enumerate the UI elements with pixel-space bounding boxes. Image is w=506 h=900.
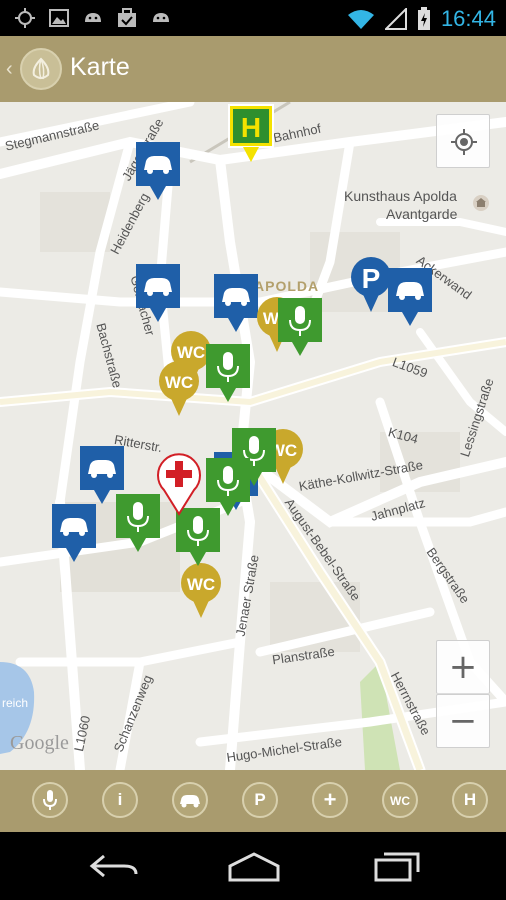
filter-parking-button[interactable]: P bbox=[242, 782, 278, 818]
google-attribution: Google bbox=[10, 732, 69, 754]
bus-stop-label: H bbox=[241, 112, 261, 143]
poi-label: Kunsthaus Apolda bbox=[344, 188, 457, 204]
filter-audio-button[interactable] bbox=[32, 782, 68, 818]
wc-icon: WC bbox=[390, 794, 410, 808]
wc-marker[interactable]: WC bbox=[158, 360, 200, 418]
taxi-marker[interactable] bbox=[52, 504, 96, 564]
battery-charging-icon bbox=[417, 7, 430, 30]
wifi-icon bbox=[347, 10, 374, 29]
lake-label: reich bbox=[2, 696, 29, 710]
audio-marker[interactable] bbox=[278, 298, 322, 358]
crosshair-icon bbox=[451, 129, 477, 155]
briefcase-check-icon bbox=[118, 8, 136, 27]
taxi-marker[interactable] bbox=[388, 268, 432, 328]
parking-icon: P bbox=[254, 790, 266, 809]
filter-wc-button[interactable]: WC bbox=[382, 782, 418, 818]
bus-stop-icon: H bbox=[463, 790, 477, 809]
microphone-icon bbox=[43, 790, 57, 810]
image-icon bbox=[49, 9, 69, 27]
filter-taxi-button[interactable] bbox=[172, 782, 208, 818]
back-icon[interactable] bbox=[84, 848, 144, 884]
zoom-out-button[interactable]: − bbox=[436, 694, 490, 748]
minus-icon: − bbox=[448, 701, 478, 741]
map-view[interactable]: Stegmannstraße Jägerstraße Am Bahnhof He… bbox=[0, 102, 506, 770]
parking-label: P bbox=[362, 263, 381, 294]
caret-left-icon[interactable]: ‹ bbox=[6, 58, 13, 81]
signal-icon bbox=[384, 8, 407, 30]
taxi-marker[interactable] bbox=[214, 274, 258, 334]
screen: 16:44 ‹ Karte Stegmannstraße Am Bahnhof … bbox=[0, 0, 506, 900]
museum-icon bbox=[473, 195, 489, 211]
info-icon: i bbox=[117, 790, 123, 809]
wc-label: WC bbox=[187, 575, 215, 594]
plus-icon: + bbox=[448, 647, 478, 687]
filter-pharmacy-button[interactable]: + bbox=[312, 782, 348, 818]
filter-info-button[interactable]: i bbox=[102, 782, 138, 818]
taxi-marker[interactable] bbox=[136, 142, 180, 202]
poi-label: Avantgarde bbox=[386, 206, 458, 222]
android-icon bbox=[153, 13, 169, 22]
town-label: APOLDA bbox=[254, 278, 320, 294]
nav-bar bbox=[0, 832, 506, 900]
audio-marker[interactable] bbox=[116, 494, 160, 554]
wc-label: WC bbox=[165, 373, 193, 392]
plus-icon: + bbox=[323, 787, 337, 812]
status-bar: 16:44 bbox=[0, 0, 506, 36]
filter-bar: i P + WC H bbox=[0, 770, 506, 832]
pharmacy-marker[interactable] bbox=[156, 452, 202, 516]
recent-apps-icon[interactable] bbox=[366, 848, 426, 884]
home-icon[interactable] bbox=[224, 848, 284, 884]
audio-marker[interactable] bbox=[176, 508, 220, 568]
bus-stop-marker[interactable]: H bbox=[228, 104, 274, 166]
wc-marker[interactable]: WC bbox=[180, 562, 222, 620]
onion-logo-icon[interactable] bbox=[20, 48, 62, 90]
action-bar: ‹ Karte bbox=[0, 36, 506, 102]
parking-marker[interactable]: P bbox=[350, 256, 392, 314]
audio-marker[interactable] bbox=[206, 344, 250, 404]
my-location-button[interactable] bbox=[436, 114, 490, 168]
car-icon bbox=[180, 795, 200, 808]
page-title: Karte bbox=[70, 53, 130, 81]
status-time: 16:44 bbox=[440, 6, 496, 31]
taxi-marker[interactable] bbox=[136, 264, 180, 324]
zoom-in-button[interactable]: + bbox=[436, 640, 490, 694]
gps-icon bbox=[15, 8, 35, 28]
android-icon bbox=[85, 13, 101, 22]
filter-bus-button[interactable]: H bbox=[452, 782, 488, 818]
